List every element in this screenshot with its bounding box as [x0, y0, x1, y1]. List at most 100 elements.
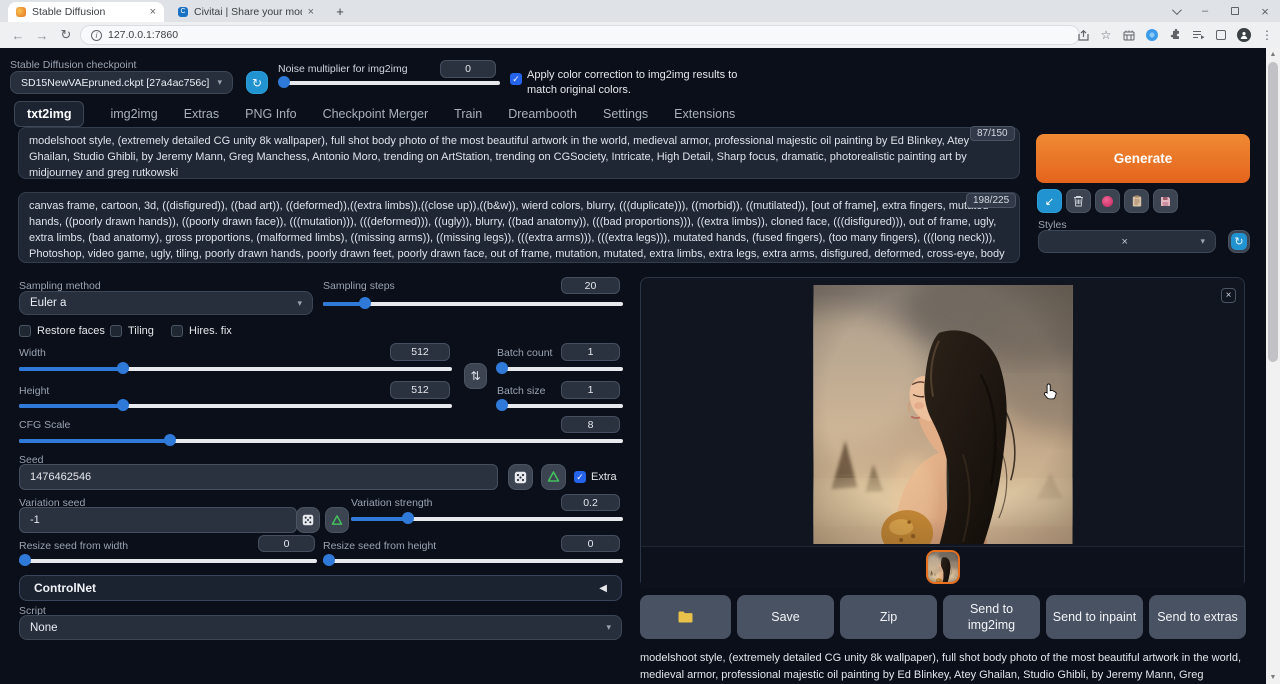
- scrollbar-thumb[interactable]: [1268, 62, 1278, 362]
- side-panel-icon[interactable]: [1214, 28, 1228, 42]
- tab-extensions[interactable]: Extensions: [674, 107, 735, 121]
- variation-seed-input[interactable]: [19, 507, 297, 533]
- width-slider[interactable]: [19, 362, 452, 374]
- tab-dreambooth[interactable]: Dreambooth: [508, 107, 577, 121]
- cfg-scale-input[interactable]: [561, 416, 620, 433]
- reading-list-icon[interactable]: [1191, 28, 1205, 42]
- batch-count-slider[interactable]: [497, 362, 623, 374]
- tiling-checkbox[interactable]: [110, 325, 122, 337]
- batch-size-input[interactable]: [561, 381, 620, 399]
- hires-fix-checkbox[interactable]: [171, 325, 183, 337]
- restore-faces-checkbox[interactable]: [19, 325, 31, 337]
- tab-txt2img[interactable]: txt2img: [14, 101, 84, 127]
- extension-blue-icon[interactable]: [1145, 28, 1159, 42]
- resize-seed-height-slider[interactable]: [323, 554, 623, 566]
- scroll-up-arrow[interactable]: ▲: [1266, 48, 1280, 61]
- clear-styles-icon[interactable]: ×: [1122, 236, 1128, 248]
- prompt-textarea[interactable]: modelshoot style, (extremely detailed CG…: [18, 127, 1020, 179]
- tab-train[interactable]: Train: [454, 107, 482, 121]
- window-minimize-button[interactable]: –: [1190, 0, 1220, 22]
- browser-tab-civitai[interactable]: C Civitai | Share your models ×: [170, 2, 322, 22]
- checkpoint-value: SD15NewVAEpruned.ckpt [27a4ac756c]: [21, 77, 209, 89]
- open-folder-button[interactable]: [640, 595, 731, 639]
- forward-icon[interactable]: →: [30, 28, 54, 43]
- cfg-scale-slider[interactable]: [19, 434, 623, 446]
- variation-strength-label: Variation strength: [351, 497, 433, 509]
- zip-button[interactable]: Zip: [840, 595, 937, 639]
- checkpoint-refresh-button[interactable]: ↻: [246, 71, 268, 94]
- extension-grid-icon[interactable]: [1122, 28, 1136, 42]
- browser-tab-stable-diffusion[interactable]: Stable Diffusion ×: [8, 2, 164, 22]
- sampling-steps-input[interactable]: [561, 277, 620, 294]
- swap-dimensions-button[interactable]: ⇅: [464, 363, 487, 389]
- tab-img2img[interactable]: img2img: [110, 107, 157, 121]
- art-palette-button[interactable]: [1095, 189, 1120, 213]
- controlnet-accordion[interactable]: ControlNet ◀: [19, 575, 622, 601]
- generate-button[interactable]: Generate: [1036, 134, 1250, 183]
- seed-input[interactable]: [19, 464, 498, 490]
- styles-refresh-button[interactable]: ↻: [1228, 230, 1250, 253]
- profile-avatar[interactable]: [1237, 28, 1251, 42]
- sampling-steps-slider[interactable]: [323, 297, 623, 309]
- back-icon[interactable]: ←: [6, 28, 30, 43]
- batch-count-input[interactable]: [561, 343, 620, 361]
- toolbar-icons: ☆ ⋮: [1076, 22, 1274, 48]
- share-icon[interactable]: [1076, 28, 1090, 42]
- send-to-inpaint-button[interactable]: Send to inpaint: [1046, 595, 1143, 639]
- generated-image[interactable]: [813, 285, 1073, 544]
- extensions-puzzle-icon[interactable]: [1168, 28, 1182, 42]
- color-correction-checkbox[interactable]: ✓: [510, 73, 522, 85]
- resize-seed-width-label: Resize seed from width: [19, 540, 128, 552]
- address-bar[interactable]: i 127.0.0.1:7860: [80, 25, 1080, 45]
- tab-settings[interactable]: Settings: [603, 107, 648, 121]
- apply-style-button[interactable]: [1124, 189, 1149, 213]
- height-input[interactable]: [390, 381, 450, 399]
- sampling-method-dropdown[interactable]: Euler a ▾: [19, 291, 313, 315]
- height-slider[interactable]: [19, 399, 452, 411]
- paste-generation-params-button[interactable]: ↙: [1037, 189, 1062, 213]
- checkpoint-dropdown[interactable]: SD15NewVAEpruned.ckpt [27a4ac756c] ▾: [10, 71, 233, 94]
- variation-seed-recycle-button[interactable]: [325, 507, 349, 533]
- controlnet-label: ControlNet: [34, 581, 96, 595]
- variation-seed-dice-button[interactable]: [296, 507, 320, 533]
- tab-extras[interactable]: Extras: [184, 107, 219, 121]
- tab-close-icon[interactable]: ×: [150, 6, 156, 18]
- stable-diffusion-favicon: [16, 7, 26, 17]
- close-gallery-icon[interactable]: ×: [1221, 288, 1236, 303]
- window-restore-button[interactable]: [1220, 0, 1250, 22]
- scroll-down-arrow[interactable]: ▼: [1266, 671, 1280, 684]
- gallery-thumbnail-selected[interactable]: [926, 550, 960, 584]
- save-style-button[interactable]: [1153, 189, 1178, 213]
- reload-icon[interactable]: ↻: [54, 27, 78, 43]
- page-info-icon[interactable]: i: [91, 30, 102, 41]
- resize-seed-height-label: Resize seed from height: [323, 540, 436, 552]
- tab-checkpoint-merger[interactable]: Checkpoint Merger: [323, 107, 429, 121]
- extra-seed-checkbox[interactable]: ✓: [574, 471, 586, 483]
- batch-size-slider[interactable]: [497, 399, 623, 411]
- width-input[interactable]: [390, 343, 450, 361]
- random-seed-dice-button[interactable]: [508, 464, 533, 490]
- tab-close-icon[interactable]: ×: [308, 6, 314, 18]
- window-close-button[interactable]: ×: [1250, 0, 1280, 22]
- browser-menu-kebab-icon[interactable]: ⋮: [1260, 28, 1274, 42]
- tab-png-info[interactable]: PNG Info: [245, 107, 296, 121]
- refresh-icon: ↻: [1231, 233, 1247, 250]
- page-scrollbar[interactable]: ▲ ▼: [1266, 48, 1280, 684]
- save-button[interactable]: Save: [737, 595, 834, 639]
- negative-prompt-textarea[interactable]: canvas frame, cartoon, 3d, ((disfigured)…: [18, 192, 1020, 263]
- styles-dropdown[interactable]: × ▾: [1038, 230, 1216, 253]
- script-dropdown[interactable]: None ▾: [19, 615, 622, 640]
- send-to-extras-button[interactable]: Send to extras: [1149, 595, 1246, 639]
- variation-strength-input[interactable]: [561, 494, 620, 511]
- bookmark-star-icon[interactable]: ☆: [1099, 28, 1113, 42]
- variation-strength-slider[interactable]: [351, 512, 623, 524]
- clear-prompt-trash-button[interactable]: [1066, 189, 1091, 213]
- resize-seed-width-input[interactable]: [258, 535, 315, 552]
- resize-seed-width-slider[interactable]: [19, 554, 317, 566]
- resize-seed-height-input[interactable]: [561, 535, 620, 552]
- reuse-seed-recycle-button[interactable]: [541, 464, 566, 490]
- tab-search-chevron-icon[interactable]: [1160, 0, 1190, 22]
- new-tab-button[interactable]: +: [332, 4, 348, 20]
- noise-multiplier-slider[interactable]: [280, 76, 500, 88]
- send-to-img2img-button[interactable]: Send to img2img: [943, 595, 1040, 639]
